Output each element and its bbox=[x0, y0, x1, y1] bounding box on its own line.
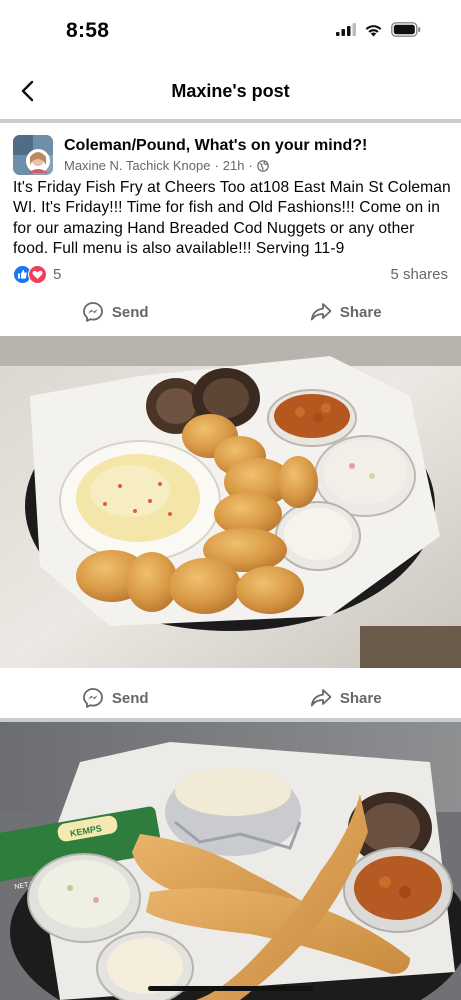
reaction-icons bbox=[13, 264, 49, 284]
cellular-signal-icon bbox=[336, 23, 356, 36]
post-text: It's Friday Fish Fry at Cheers Too at108… bbox=[13, 179, 451, 258]
wifi-icon bbox=[365, 24, 382, 36]
fish-fry-photo bbox=[0, 336, 461, 668]
author-name[interactable]: Maxine N. Tachick Knope bbox=[64, 158, 210, 173]
share-button[interactable]: Share bbox=[231, 302, 461, 322]
divider bbox=[0, 119, 461, 123]
status-time: 8:58 bbox=[66, 19, 110, 42]
post-photo[interactable]: KEMPS NET WT 1 OZ bbox=[0, 722, 461, 1000]
post-photo[interactable] bbox=[0, 336, 461, 668]
status-bar: 8:58 bbox=[0, 0, 461, 62]
post-header: Coleman/Pound, What's on your mind?! Max… bbox=[0, 124, 461, 180]
avatar[interactable] bbox=[13, 135, 53, 175]
send-button[interactable]: Send bbox=[0, 301, 231, 323]
messenger-icon bbox=[83, 688, 103, 708]
action-row: Send Share bbox=[0, 675, 461, 721]
send-button[interactable]: Send bbox=[0, 687, 231, 709]
share-arrow-icon bbox=[310, 689, 332, 707]
status-icons bbox=[336, 22, 421, 37]
reaction-count: 5 bbox=[53, 265, 62, 283]
shares-count[interactable]: 5 shares bbox=[390, 266, 448, 283]
group-name[interactable]: Coleman/Pound, What's on your mind?! bbox=[64, 137, 367, 155]
meta-separator: · bbox=[248, 158, 253, 173]
share-label: Share bbox=[339, 303, 382, 321]
send-label: Send bbox=[111, 689, 149, 707]
meta-separator: · bbox=[214, 158, 219, 173]
post-time[interactable]: 21h bbox=[223, 158, 245, 173]
share-arrow-icon bbox=[310, 303, 332, 321]
messenger-icon bbox=[83, 302, 103, 322]
post-meta: Maxine N. Tachick Knope · 21h · bbox=[64, 158, 269, 173]
share-button[interactable]: Share bbox=[231, 688, 461, 708]
share-label: Share bbox=[339, 689, 382, 707]
love-reaction-icon bbox=[28, 265, 47, 284]
battery-icon bbox=[391, 22, 421, 37]
nav-bar: Maxine's post bbox=[0, 62, 461, 120]
globe-icon bbox=[257, 159, 269, 172]
reactions-row: 5 5 shares bbox=[13, 263, 448, 285]
reactions-summary[interactable]: 5 bbox=[13, 264, 61, 284]
action-row: Send Share bbox=[0, 289, 461, 335]
send-label: Send bbox=[111, 303, 149, 321]
page-title: Maxine's post bbox=[171, 81, 290, 101]
fish-fillet-photo: KEMPS NET WT 1 OZ bbox=[0, 722, 461, 1000]
home-indicator[interactable] bbox=[148, 986, 313, 991]
